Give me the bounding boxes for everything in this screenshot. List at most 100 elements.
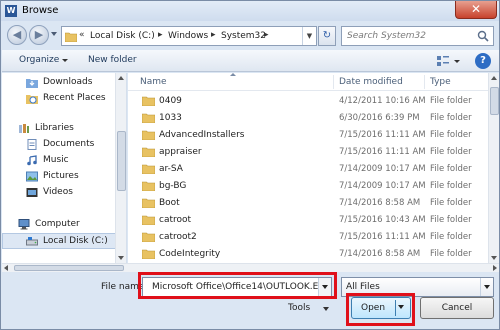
nav-scrollbar[interactable] xyxy=(115,73,126,263)
file-row[interactable]: CodeIntegrity 7/14/2016 8:58 AM File folde… xyxy=(128,246,488,263)
cancel-button[interactable]: Cancel xyxy=(420,297,494,319)
file-row[interactable]: bg-BG 7/14/2009 10:17 AM File folder xyxy=(128,178,488,195)
breadcrumb-system32[interactable]: System32 xyxy=(221,31,266,41)
address-dropdown-button[interactable]: ▼ xyxy=(302,27,316,45)
search-icon[interactable] xyxy=(477,30,489,42)
organize-chevron-icon xyxy=(62,59,68,62)
file-row[interactable]: 1033 6/30/2016 6:39 PM File folder xyxy=(128,110,488,127)
refresh-button[interactable]: ↻ xyxy=(318,26,336,46)
change-view-icon[interactable] xyxy=(435,53,461,69)
music-icon xyxy=(27,155,37,166)
file-name-cell: bg-BG xyxy=(159,181,187,191)
file-type-cell: File folder xyxy=(430,164,472,174)
tools-button[interactable]: Tools xyxy=(288,303,310,313)
horizontal-scrollbar[interactable] xyxy=(2,263,499,272)
file-type-cell: File folder xyxy=(430,96,472,106)
nav-item-documents[interactable]: Documents xyxy=(2,137,126,153)
nav-item-downloads[interactable]: Downloads xyxy=(2,75,126,91)
nav-item-libraries[interactable]: Libraries xyxy=(2,121,126,137)
close-button[interactable]: ✕ xyxy=(455,1,497,19)
nav-item-local-disk[interactable]: Local Disk (C:) xyxy=(2,233,126,249)
tools-chevron-icon[interactable] xyxy=(323,307,329,311)
file-name-cell: AdvancedInstallers xyxy=(159,130,245,140)
videos-icon xyxy=(26,188,38,197)
nav-item-label: Documents xyxy=(43,139,95,149)
file-row[interactable]: 0409 4/12/2011 10:16 AM File folder xyxy=(128,93,488,110)
nav-item-label: Local Disk (C:) xyxy=(43,236,108,246)
organize-button[interactable]: Organize xyxy=(19,55,59,65)
file-type-cell: File folder xyxy=(430,232,472,242)
browse-dialog: W Browse ✕ ◀ ▶ « Local Disk (C:) ▸ Windo… xyxy=(0,0,500,330)
search-input[interactable]: Search System32 xyxy=(341,26,494,46)
column-header-name[interactable]: Name xyxy=(140,77,167,87)
date-modified-cell: 7/14/2016 8:58 AM xyxy=(339,198,421,208)
scroll-right-icon[interactable] xyxy=(493,265,497,271)
help-icon[interactable]: ? xyxy=(475,53,491,69)
file-list: Name Date modified Type 0409 4/12/2011 10… xyxy=(128,73,499,263)
scroll-left-icon[interactable] xyxy=(4,265,8,271)
folder-icon xyxy=(142,113,155,123)
chevron-down-icon xyxy=(484,285,490,289)
nav-item-computer[interactable]: Computer xyxy=(2,217,126,233)
file-type-dropdown-button[interactable] xyxy=(480,278,493,296)
file-type-cell: File folder xyxy=(430,249,472,259)
nav-scroll-thumb[interactable] xyxy=(117,131,126,191)
file-type-cell: File folder xyxy=(430,113,472,123)
scroll-up-icon[interactable] xyxy=(491,76,497,80)
horizontal-scroll-thumb[interactable] xyxy=(14,265,124,271)
scroll-down-icon[interactable] xyxy=(491,256,497,260)
drive-icon xyxy=(26,237,38,246)
file-row[interactable]: AdvancedInstallers 7/15/2016 11:11 AM File… xyxy=(128,127,488,144)
file-type-cell: File folder xyxy=(430,130,472,140)
file-row[interactable]: catroot 7/15/2016 10:43 AM File folder xyxy=(128,212,488,229)
file-type-cell: File folder xyxy=(430,181,472,191)
downloads-icon xyxy=(26,79,38,88)
folder-icon xyxy=(142,198,155,208)
folder-icon xyxy=(65,32,77,42)
date-modified-cell: 7/15/2016 11:11 AM xyxy=(339,130,426,140)
nav-item-label: Downloads xyxy=(43,77,93,87)
folder-icon xyxy=(142,147,155,157)
file-name-cell: 0409 xyxy=(159,96,182,106)
column-header-date[interactable]: Date modified xyxy=(339,77,403,87)
column-divider[interactable] xyxy=(424,75,425,89)
date-modified-cell: 7/15/2016 10:43 AM xyxy=(339,215,426,225)
breadcrumb-local-disk[interactable]: Local Disk (C:) xyxy=(90,31,155,41)
nav-item-videos[interactable]: Videos xyxy=(2,185,126,201)
nav-item-recent-places[interactable]: Recent Places xyxy=(2,91,126,107)
forward-button[interactable]: ▶ xyxy=(29,25,49,45)
file-row[interactable]: appraiser 7/15/2016 11:11 AM File folder xyxy=(128,144,488,161)
nav-item-label: Recent Places xyxy=(43,93,106,103)
nav-item-pictures[interactable]: Pictures xyxy=(2,169,126,185)
date-modified-cell: 7/15/2016 11:11 AM xyxy=(339,147,426,157)
pictures-icon xyxy=(26,171,38,182)
file-row[interactable]: ar-SA 7/14/2009 10:17 AM File folder xyxy=(128,161,488,178)
scroll-down-icon[interactable] xyxy=(118,256,124,260)
breadcrumb-separator[interactable]: ▸ xyxy=(158,30,163,40)
nav-item-music[interactable]: Music xyxy=(2,153,126,169)
file-row[interactable]: catroot2 7/15/2016 11:11 AM File folder xyxy=(128,229,488,246)
breadcrumb-windows[interactable]: Windows xyxy=(168,31,208,41)
file-type-cell: File folder xyxy=(430,147,472,157)
file-list-scroll-thumb[interactable] xyxy=(490,87,499,115)
file-name-cell: Boot xyxy=(159,198,180,208)
scroll-up-icon[interactable] xyxy=(118,76,124,80)
back-button[interactable]: ◀ xyxy=(7,25,27,45)
breadcrumb-overflow[interactable]: « xyxy=(79,30,85,40)
column-divider[interactable] xyxy=(333,75,334,89)
file-name-cell: ar-SA xyxy=(159,164,183,174)
breadcrumb-separator[interactable]: ▸ xyxy=(264,30,269,40)
file-list-scrollbar[interactable] xyxy=(488,73,499,263)
file-type-cell: File folder xyxy=(430,198,472,208)
breadcrumb-separator[interactable]: ▸ xyxy=(211,30,216,40)
file-name-cell: catroot2 xyxy=(159,232,197,242)
highlight-annotation-file-name xyxy=(138,272,337,299)
folder-icon xyxy=(142,130,155,140)
nav-item-label: Pictures xyxy=(43,171,79,181)
file-row[interactable]: Boot 7/14/2016 8:58 AM File folder xyxy=(128,195,488,212)
new-folder-button[interactable]: New folder xyxy=(88,55,137,65)
date-modified-cell: 7/14/2009 10:17 AM xyxy=(339,181,426,191)
address-bar[interactable]: « Local Disk (C:) ▸ Windows ▸ System32 ▸… xyxy=(61,26,317,46)
column-header-type[interactable]: Type xyxy=(430,77,451,87)
recent-pages-chevron-icon[interactable] xyxy=(51,32,57,36)
